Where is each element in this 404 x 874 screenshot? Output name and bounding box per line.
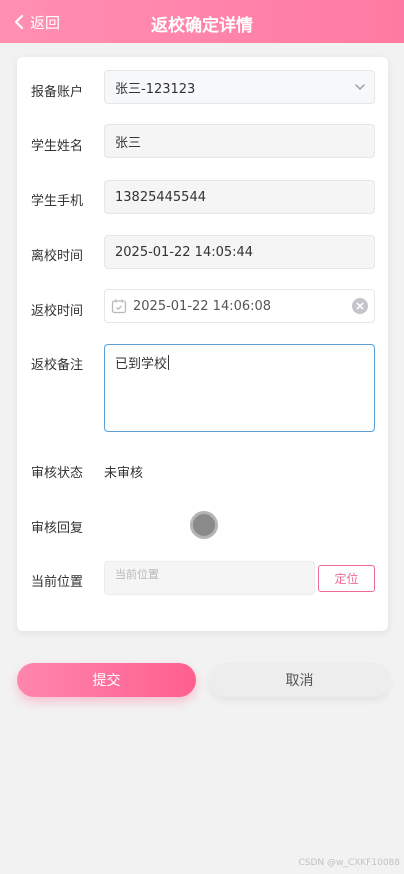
- return-time-value: 2025-01-22 14:06:08: [133, 298, 272, 314]
- student-name-value: 张三: [115, 135, 142, 151]
- return-note-label: 返校备注: [31, 358, 84, 373]
- review-reply-label: 审核回复: [31, 521, 84, 536]
- account-label: 报备账户: [31, 85, 84, 100]
- submit-button[interactable]: 提交: [17, 663, 196, 697]
- student-phone-field[interactable]: 13825445544: [104, 180, 375, 214]
- student-phone-value: 13825445544: [115, 189, 206, 205]
- chevron-down-icon: [354, 81, 366, 97]
- calendar-icon: [111, 298, 127, 314]
- locate-button[interactable]: 定位: [318, 565, 375, 592]
- review-status-label: 审核状态: [31, 466, 84, 481]
- touch-indicator: [190, 511, 218, 539]
- leave-time-label: 离校时间: [31, 249, 84, 264]
- return-time-picker[interactable]: 2025-01-22 14:06:08: [104, 289, 375, 323]
- page-title: 返校确定详情: [151, 16, 253, 36]
- student-name-label: 学生姓名: [31, 139, 84, 154]
- current-location-placeholder: 当前位置: [115, 568, 159, 581]
- watermark: CSDN @w_CXKF10088: [298, 858, 400, 868]
- review-status-value: 未审核: [104, 466, 144, 481]
- clear-icon[interactable]: [352, 298, 368, 318]
- current-location-label: 当前位置: [31, 575, 84, 590]
- return-note-textarea[interactable]: 已到学校: [104, 344, 375, 432]
- cancel-button[interactable]: 取消: [209, 663, 390, 697]
- student-name-field[interactable]: 张三: [104, 124, 375, 158]
- return-note-value: 已到学校: [115, 357, 168, 372]
- leave-time-field[interactable]: 2025-01-22 14:05:44: [104, 235, 375, 269]
- account-value: 张三-123123: [115, 81, 196, 97]
- account-select[interactable]: 张三-123123: [104, 70, 375, 104]
- return-time-label: 返校时间: [31, 304, 84, 319]
- current-location-input[interactable]: 当前位置: [104, 561, 315, 595]
- leave-time-value: 2025-01-22 14:05:44: [115, 244, 254, 260]
- student-phone-label: 学生手机: [31, 194, 84, 209]
- text-caret: [168, 355, 170, 370]
- form-card: 报备账户 张三-123123 学生姓名 张三 学生手机 13825445544 …: [17, 57, 388, 631]
- app-header: 返回 返校确定详情: [0, 0, 404, 43]
